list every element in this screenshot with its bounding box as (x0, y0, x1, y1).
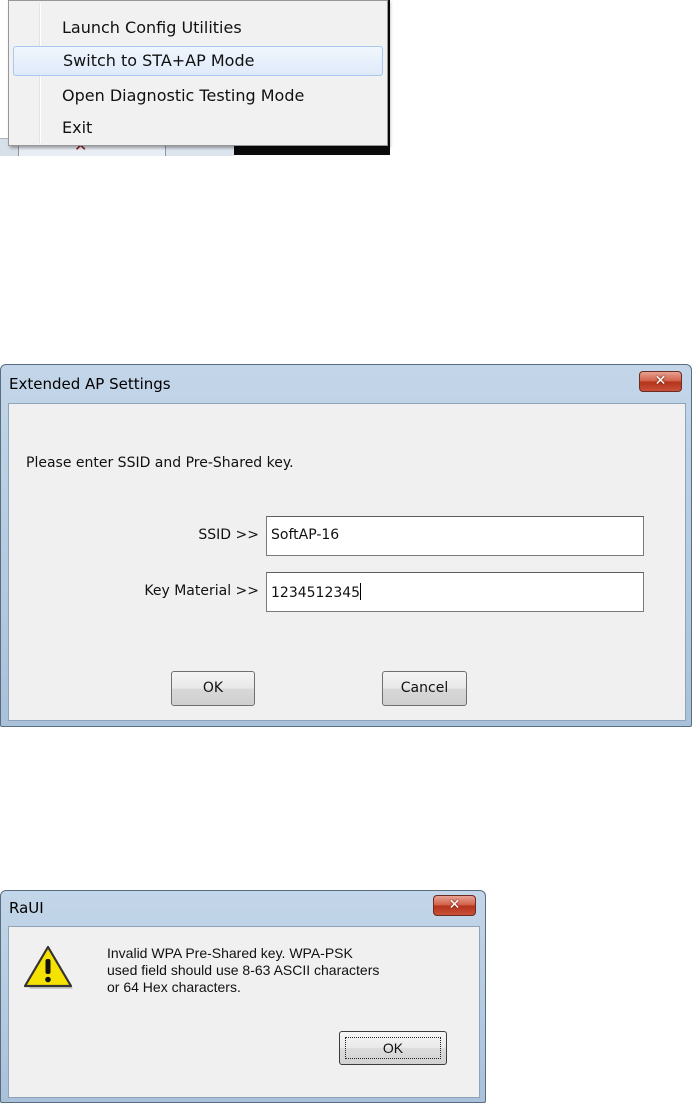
ok-button[interactable]: OK (171, 671, 255, 706)
prompt-text: Please enter SSID and Pre-Shared key. (26, 455, 294, 471)
dialog-body: Please enter SSID and Pre-Shared key. SS… (8, 403, 686, 721)
key-material-value: 1234512345 (271, 585, 361, 601)
raui-error-dialog: RaUI ✕ Invalid WPA Pre-Shared key. WPA-P… (0, 890, 486, 1103)
ok-button-label: OK (345, 1037, 441, 1059)
menu-item-switch-sta-ap-mode[interactable]: Switch to STA+AP Mode (13, 46, 383, 76)
close-icon: ✕ (448, 897, 461, 913)
ssid-value: SoftAP-16 (271, 527, 340, 543)
text-caret (360, 583, 362, 600)
ssid-field[interactable]: SoftAP-16 (266, 516, 644, 556)
close-button[interactable]: ✕ (639, 371, 682, 392)
message-line: used field should use 8-63 ASCII charact… (107, 962, 380, 978)
warning-icon (22, 944, 74, 994)
context-menu: Launch Config Utilities Switch to STA+AP… (8, 0, 388, 146)
ssid-label: SSID >> (198, 527, 259, 543)
key-material-field[interactable]: 1234512345 (266, 572, 644, 612)
message-line: or 64 Hex characters. (107, 979, 241, 995)
dialog-title: RaUI (9, 899, 44, 917)
menu-item-open-diagnostic-testing-mode[interactable]: Open Diagnostic Testing Mode (13, 81, 383, 111)
close-button[interactable]: ✕ (433, 895, 476, 916)
close-icon: ✕ (654, 373, 667, 389)
dialog-body: Invalid WPA Pre-Shared key. WPA-PSK used… (8, 926, 480, 1098)
dialog-title: Extended AP Settings (9, 375, 171, 393)
ok-button[interactable]: OK (339, 1031, 447, 1065)
cancel-button[interactable]: Cancel (382, 671, 467, 706)
menu-item-launch-config-utilities[interactable]: Launch Config Utilities (13, 13, 383, 43)
error-message: Invalid WPA Pre-Shared key. WPA-PSK used… (107, 945, 447, 996)
menu-item-exit[interactable]: Exit (13, 113, 383, 143)
tray-context-menu-area: ✕ Launch Config Utilities Switch to STA+… (0, 0, 390, 156)
extended-ap-settings-dialog: Extended AP Settings ✕ Please enter SSID… (0, 364, 692, 727)
message-line: Invalid WPA Pre-Shared key. WPA-PSK (107, 945, 353, 961)
key-material-label: Key Material >> (144, 583, 259, 599)
